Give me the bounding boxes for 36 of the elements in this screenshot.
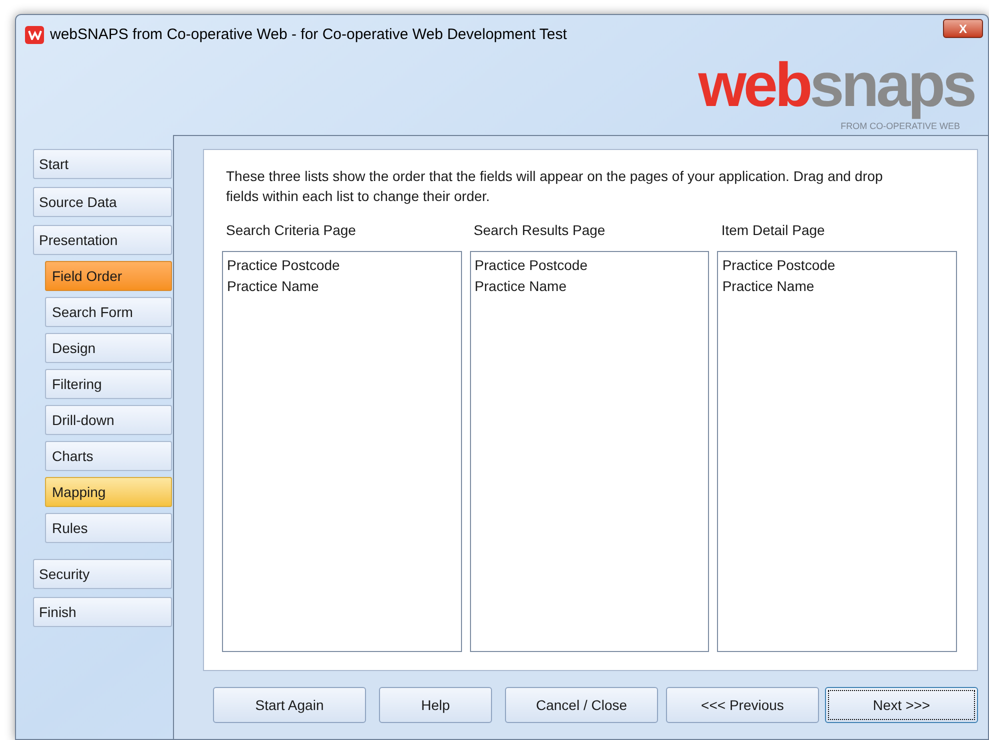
nav-item[interactable]: Mapping [45,477,172,507]
nav-item[interactable]: Presentation [33,225,172,255]
nav-item[interactable]: Charts [45,441,172,471]
field-list[interactable]: Practice Postcode Practice Name [222,251,462,652]
nav-item[interactable]: Field Order [45,261,172,291]
logo-word: snaps [810,55,974,121]
field-list[interactable]: Practice Postcode Practice Name [717,251,958,652]
dialog-button[interactable]: Help [379,687,492,723]
nav-item[interactable]: Security [33,559,172,589]
nav-item[interactable]: Source Data [33,187,172,217]
nav-item[interactable]: Design [45,333,172,363]
list-title: Search Results Page [472,221,606,240]
dialog-button[interactable]: Cancel / Close [505,687,658,723]
logo-word: web [698,55,810,121]
nav-item[interactable]: Start [33,149,172,179]
dialog-button[interactable]: Next >>> [825,687,978,723]
list-item[interactable]: Practice Postcode [227,255,457,276]
dialog-button[interactable]: Start Again [213,687,366,723]
nav-item[interactable]: Filtering [45,369,172,399]
dialog-button[interactable]: <<< Previous [666,687,819,723]
logo-tagline: FROM CO-OPERATIVE WEB [840,121,960,131]
window-title: webSNAPS from Co-operative Web - for Co-operative Web Development Test [50,24,567,45]
list-title: Item Detail Page [720,221,826,240]
list-title: Search Criteria Page [225,221,357,240]
list-item[interactable]: Practice Postcode [474,255,704,276]
list-item[interactable]: Practice Postcode [722,255,952,276]
app-logo-icon [25,26,44,44]
nav-item[interactable]: Finish [33,597,172,627]
instructions-text: These three lists show the order that the fields will appear on the pages of your application. Drag and drop fields within each list to change their order. [226,167,884,206]
nav-item[interactable]: Search Form [45,297,172,327]
field-list[interactable]: Practice Postcode Practice Name [470,251,710,652]
nav-item[interactable]: Drill-down [45,405,172,435]
list-item[interactable]: Practice Name [227,276,457,297]
list-item[interactable]: Practice Name [722,276,952,297]
nav-item[interactable]: Rules [45,513,172,543]
list-item[interactable]: Practice Name [474,276,704,297]
